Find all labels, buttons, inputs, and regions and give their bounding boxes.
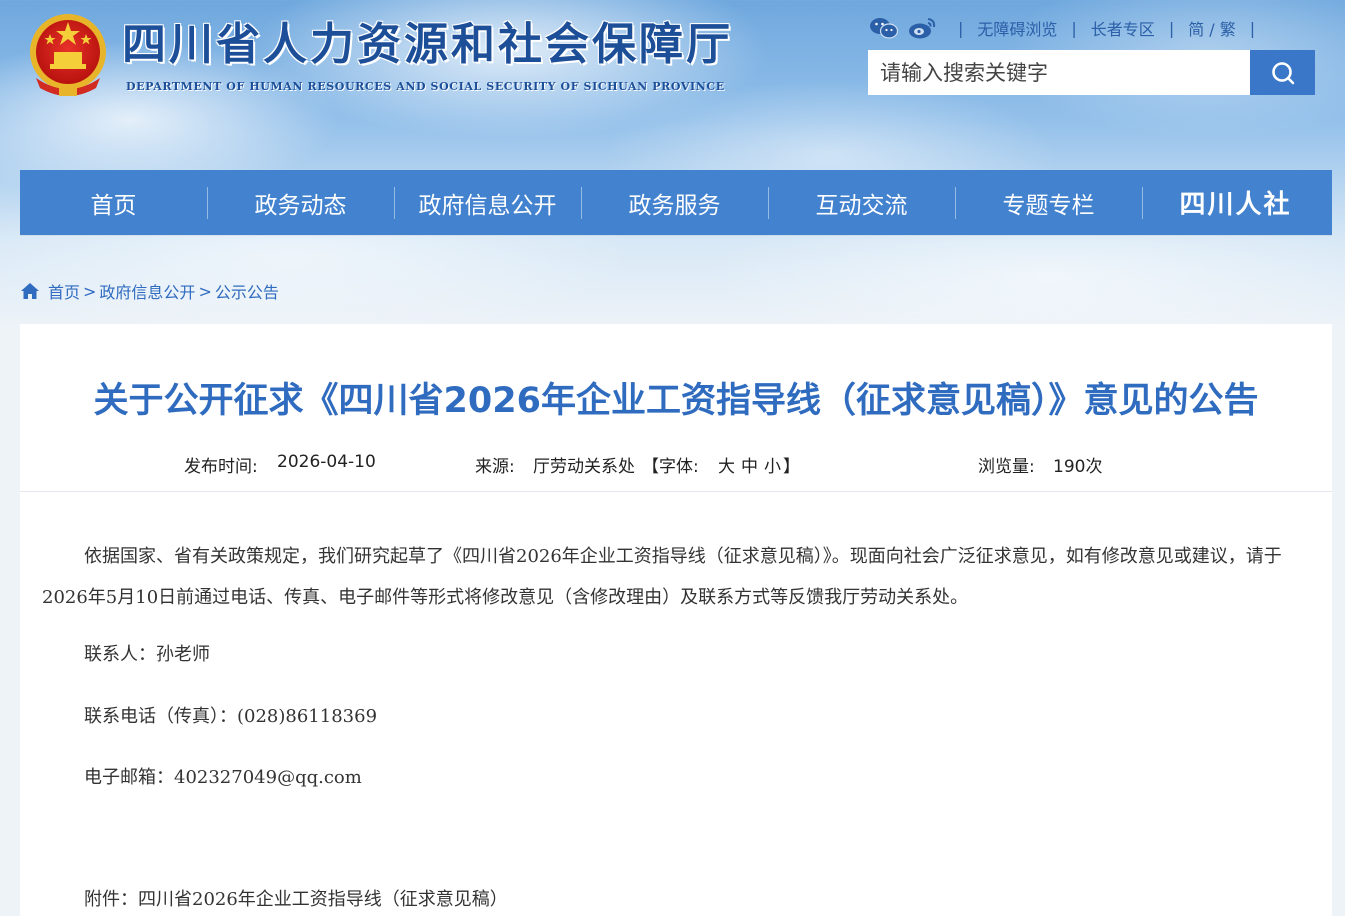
site-title[interactable]: 四川省人力资源和社会保障厅 (122, 8, 733, 70)
font-size-medium-button[interactable]: 中 (741, 452, 758, 477)
article-panel: 关于公开征求《四川省2026年企业工资指导线（征求意见稿）》意见的公告 发布时间… (20, 324, 1332, 916)
breadcrumb: 首页 > 政府信息公开 > 公示公告 (20, 279, 279, 303)
site-subtitle: DEPARTMENT OF HUMAN RESOURCES AND SOCIAL… (126, 80, 725, 93)
contact-phone: 联系电话（传真）：(028)86118369 (84, 706, 378, 727)
nav-brand-logo[interactable]: 四川人社 (1142, 170, 1329, 235)
nav-item-special-topics[interactable]: 专题专栏 (955, 170, 1142, 235)
font-size-close-bracket: 】 (783, 457, 800, 477)
language-toggle-link[interactable]: 简 / 繁 (1188, 16, 1236, 40)
search-input[interactable] (868, 50, 1250, 95)
nav-item-news[interactable]: 政务动态 (207, 170, 394, 235)
search-button[interactable] (1250, 50, 1315, 95)
main-nav: 首页 政务动态 政府信息公开 政务服务 互动交流 专题专栏 四川人社 (20, 170, 1332, 235)
search-bar (868, 50, 1315, 95)
breadcrumb-separator: > (83, 281, 97, 301)
search-icon (1271, 61, 1294, 84)
site-header: 四川省人力资源和社会保障厅 DEPARTMENT OF HUMAN RESOUR… (0, 0, 1345, 160)
font-size-label: 【字体: (642, 457, 699, 477)
elderly-zone-link[interactable]: 长者专区 (1091, 16, 1155, 40)
font-size-large-button[interactable]: 大 (718, 452, 735, 477)
national-emblem-icon (30, 14, 106, 96)
publish-time-label: 发布时间: (184, 457, 258, 477)
attachment-line: 附件：四川省2026年企业工资指导线（征求意见稿） (84, 879, 508, 916)
article-title: 关于公开征求《四川省2026年企业工资指导线（征求意见稿）》意见的公告 (93, 381, 1259, 421)
wechat-icon[interactable] (868, 15, 900, 41)
separator: | (1249, 18, 1256, 38)
breadcrumb-info-disclosure[interactable]: 政府信息公开 (99, 279, 195, 303)
breadcrumb-home[interactable]: 首页 (48, 279, 80, 303)
separator: | (1071, 18, 1077, 38)
article-paragraph: 依据国家、省有关政策规定，我们研究起草了《四川省2026年企业工资指导线（征求意… (42, 546, 1282, 608)
nav-item-interaction[interactable]: 互动交流 (768, 170, 955, 235)
source-value: 厅劳动关系处 (533, 457, 635, 477)
contact-email: 电子邮箱：402327049@qq.com (84, 767, 362, 788)
views-label: 浏览量: (978, 457, 1035, 477)
accessibility-link[interactable]: 无障碍浏览 (977, 16, 1057, 40)
views-count: 190次 (1053, 457, 1103, 477)
publish-date: 2026-04-10 (277, 452, 376, 472)
contact-person: 联系人：孙老师 (84, 644, 210, 665)
divider (20, 491, 1332, 492)
weibo-icon[interactable] (906, 15, 938, 41)
source-label: 来源: (475, 457, 515, 477)
separator: | (958, 18, 964, 38)
nav-item-home[interactable]: 首页 (20, 170, 207, 235)
nav-item-services[interactable]: 政务服务 (581, 170, 768, 235)
breadcrumb-announcements[interactable]: 公示公告 (215, 279, 279, 303)
home-icon (21, 283, 39, 299)
article-meta: 发布时间: 2026-04-10 来源: 厅劳动关系处 【字体: 大 中 小 】… (20, 452, 1332, 477)
font-size-small-button[interactable]: 小 (764, 452, 781, 477)
breadcrumb-separator: > (198, 281, 212, 301)
top-links: | 无障碍浏览 | 长者专区 | 简 / 繁 | (868, 14, 1269, 42)
attachment-link[interactable]: 四川省2026年企业工资指导线（征求意见稿） (138, 889, 508, 910)
article-body: 依据国家、省有关政策规定，我们研究起草了《四川省2026年企业工资指导线（征求意… (42, 536, 1312, 910)
nav-item-info-disclosure[interactable]: 政府信息公开 (394, 170, 581, 235)
separator: | (1168, 18, 1175, 38)
attachment-label: 附件： (84, 889, 138, 910)
